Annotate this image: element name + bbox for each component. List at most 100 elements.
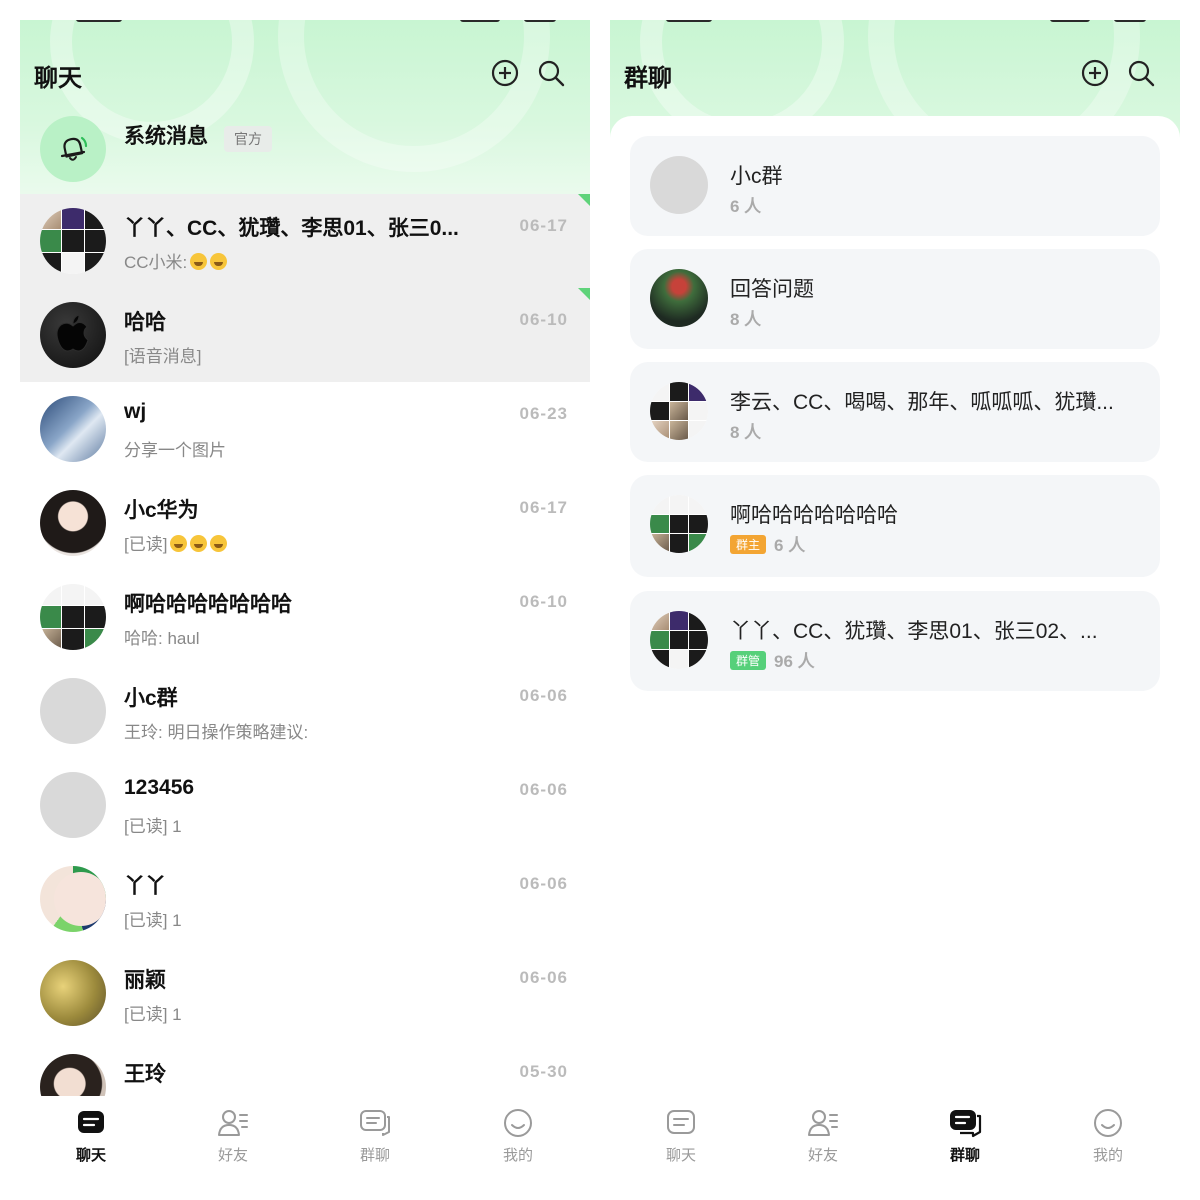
tab-bar: 聊天 好友 群聊 我的 <box>610 1096 1180 1180</box>
chat-name: 小c华为 <box>124 499 199 522</box>
chat-preview: [已读] 1 <box>124 1005 182 1024</box>
tab-label: 群聊 <box>949 1147 980 1164</box>
groups-screen: 群聊 小c群 6 人 回答问题 8 人 李云、CC、喝喝、那年、呱呱呱、犹瓚..… <box>610 20 1180 1180</box>
chat-preview: [已读] <box>124 530 228 555</box>
chat-row[interactable]: wj 分享一个图片 06-23 <box>20 382 590 476</box>
profile-smile-icon <box>504 1109 532 1137</box>
chat-row[interactable]: 丫丫 [已读] 1 06-06 <box>20 852 590 946</box>
friends-icon <box>218 1110 248 1136</box>
group-chat-icon <box>360 1110 390 1136</box>
member-count: 6 人 <box>730 197 762 216</box>
chat-row[interactable]: 小c群 王玲: 明日操作策略建议: 06-06 <box>20 664 590 758</box>
user-avatar <box>40 490 106 556</box>
smile-emoji-icon <box>210 535 228 552</box>
chat-time: 06-17 <box>519 216 568 235</box>
group-name: 啊哈哈哈哈哈哈哈 <box>730 504 898 527</box>
group-card[interactable]: 啊哈哈哈哈哈哈哈 群主 6 人 <box>630 475 1160 577</box>
friends-icon <box>808 1110 838 1136</box>
group-avatar <box>650 495 708 553</box>
chat-time: 06-06 <box>519 874 568 893</box>
chat-time: 06-10 <box>519 310 568 329</box>
chat-row[interactable]: 啊哈哈哈哈哈哈哈 哈哈: haul 06-10 <box>20 570 590 664</box>
grin-emoji-icon <box>210 253 228 270</box>
group-name: 回答问题 <box>730 278 814 301</box>
chat-time: 06-06 <box>519 968 568 987</box>
tab-label: 好友 <box>807 1147 838 1164</box>
chat-row[interactable]: 丫丫、CC、犹瓚、李思01、张三0... CC小米: 06-17 <box>20 194 590 288</box>
member-count: 6 人 <box>774 536 806 555</box>
status-bar-battery <box>524 20 556 22</box>
chat-name: 123456 <box>124 776 195 799</box>
group-card[interactable]: 丫丫、CC、犹瓚、李思01、张三02、... 群管 96 人 <box>630 591 1160 691</box>
group-card[interactable]: 李云、CC、喝喝、那年、呱呱呱、犹瓚... 8 人 <box>630 362 1160 462</box>
smile-emoji-icon <box>170 535 188 552</box>
chat-row[interactable]: 小c华为 [已读] 06-17 <box>20 476 590 570</box>
chat-preview: 王玲: 明日操作策略建议: <box>124 723 309 742</box>
group-name: 李云、CC、喝喝、那年、呱呱呱、犹瓚... <box>730 391 1114 414</box>
group-card[interactable]: 回答问题 8 人 <box>630 249 1160 349</box>
member-count-row: 群管 96 人 <box>730 647 815 672</box>
pinned-marker <box>578 288 590 300</box>
group-avatar <box>650 269 708 327</box>
chat-row[interactable]: 123456 [已读] 1 06-06 <box>20 758 590 852</box>
placeholder-avatar <box>40 772 106 838</box>
chat-name: 小c群 <box>124 687 178 710</box>
chat-list: 丫丫、CC、犹瓚、李思01、张三0... CC小米: 06-17 哈哈 [语音消… <box>20 194 590 1134</box>
grin-emoji-icon <box>190 253 208 270</box>
bell-icon <box>40 116 106 182</box>
chat-bubble-icon <box>78 1111 104 1133</box>
chat-time: 05-30 <box>519 1062 568 1081</box>
chat-time: 06-06 <box>519 686 568 705</box>
tab-label: 好友 <box>217 1147 248 1164</box>
placeholder-avatar <box>650 156 708 214</box>
chat-name: 丫丫、CC、犹瓚、李思01、张三0... <box>124 217 459 240</box>
user-avatar <box>40 396 106 462</box>
group-avatar <box>650 611 708 669</box>
search-icon[interactable] <box>1126 58 1156 88</box>
admin-badge: 群管 <box>730 651 767 670</box>
chat-name: 哈哈 <box>124 311 166 334</box>
chat-time: 06-17 <box>519 498 568 517</box>
chat-preview: [已读] 1 <box>124 911 182 930</box>
add-circle-icon[interactable] <box>490 58 520 88</box>
member-count: 8 人 <box>730 310 762 329</box>
group-avatar <box>650 382 708 440</box>
group-list: 小c群 6 人 回答问题 8 人 李云、CC、喝喝、那年、呱呱呱、犹瓚... 8… <box>610 116 1180 1096</box>
apple-logo-avatar <box>40 302 106 368</box>
tab-chats[interactable]: 聊天 <box>641 1106 721 1165</box>
tab-friends[interactable]: 好友 <box>193 1106 273 1165</box>
chat-row[interactable]: 哈哈 [语音消息] 06-10 <box>20 288 590 382</box>
tab-label: 我的 <box>502 1147 533 1164</box>
tab-label: 聊天 <box>665 1147 696 1164</box>
tab-chats[interactable]: 聊天 <box>51 1106 131 1165</box>
chat-row[interactable]: 丽颖 [已读] 1 06-06 <box>20 946 590 1040</box>
tab-friends[interactable]: 好友 <box>783 1106 863 1165</box>
user-avatar <box>40 960 106 1026</box>
smile-emoji-icon <box>190 535 208 552</box>
chat-time: 06-23 <box>519 404 568 423</box>
status-bar-battery <box>1114 20 1146 22</box>
add-circle-icon[interactable] <box>1080 58 1110 88</box>
chat-preview: 分享一个图片 <box>124 441 226 460</box>
pinned-marker <box>578 194 590 206</box>
status-bar-time <box>666 20 712 22</box>
tab-groups[interactable]: 群聊 <box>335 1106 415 1165</box>
search-icon[interactable] <box>536 58 566 88</box>
tab-groups[interactable]: 群聊 <box>925 1106 1005 1165</box>
system-messages-name: 系统消息 <box>124 125 208 148</box>
chat-preview: 哈哈: haul <box>124 629 200 648</box>
chat-bubble-icon <box>667 1110 695 1134</box>
system-messages-row[interactable]: 系统消息 官方 <box>20 114 590 194</box>
chat-preview: CC小米: <box>124 248 228 273</box>
group-name: 小c群 <box>730 165 783 188</box>
status-bar-signal <box>1050 20 1090 22</box>
tab-me[interactable]: 我的 <box>1068 1106 1148 1165</box>
group-chat-icon <box>950 1110 982 1138</box>
tab-label: 群聊 <box>359 1147 390 1164</box>
chat-name: 丫丫 <box>124 875 166 898</box>
official-badge: 官方 <box>224 126 272 152</box>
profile-smile-icon <box>1094 1109 1122 1137</box>
group-card[interactable]: 小c群 6 人 <box>630 136 1160 236</box>
tab-me[interactable]: 我的 <box>478 1106 558 1165</box>
chat-name: 啊哈哈哈哈哈哈哈 <box>124 593 292 616</box>
